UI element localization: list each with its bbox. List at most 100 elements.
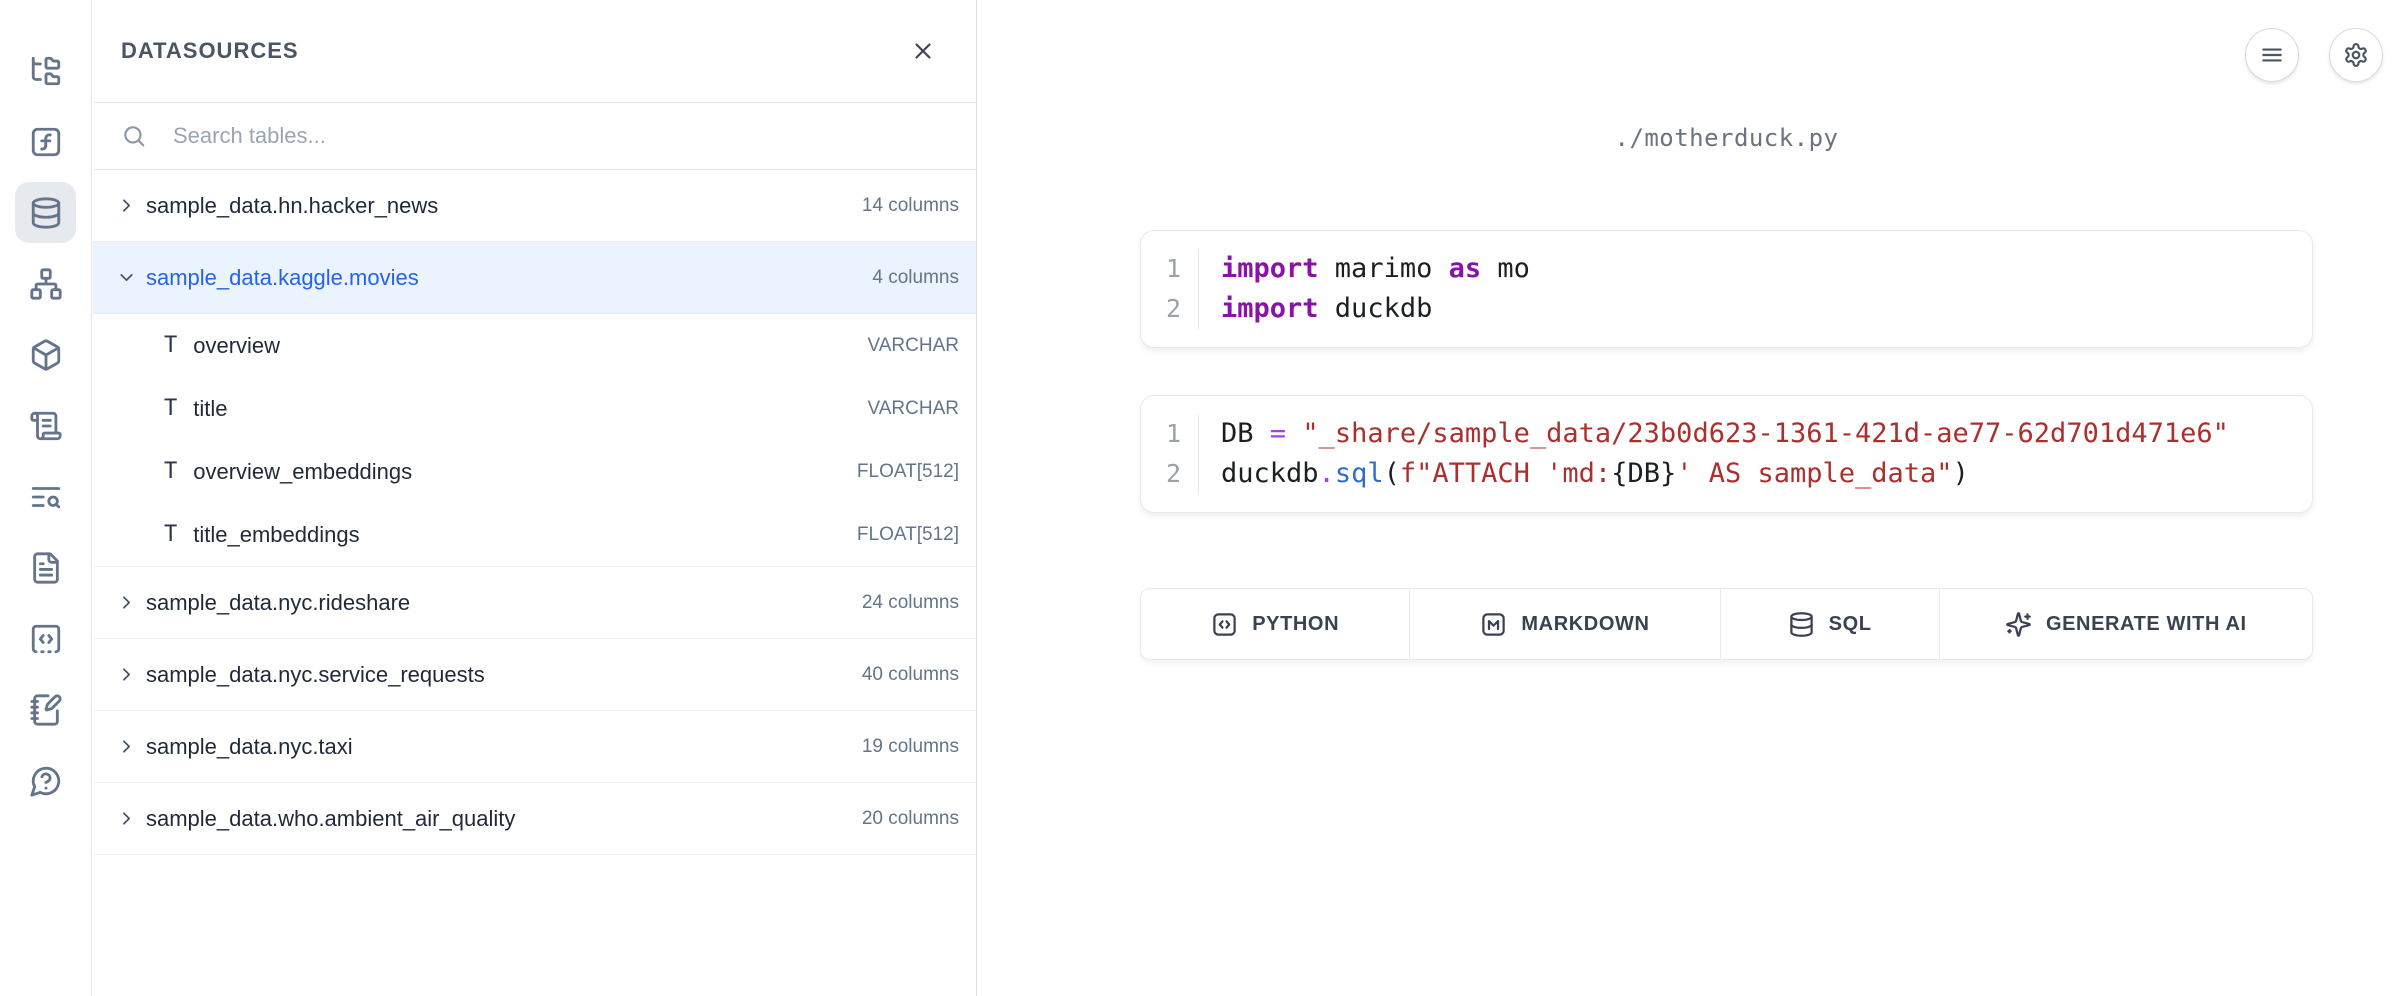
- code-square-icon: [29, 622, 63, 656]
- close-icon: [910, 38, 936, 64]
- table-name: sample_data.nyc.rideshare: [146, 590, 862, 616]
- line-number-gutter: 12: [1141, 249, 1199, 329]
- add-sql-cell-button[interactable]: SQL: [1721, 589, 1940, 659]
- text-type-icon: T: [164, 522, 177, 547]
- code-cell[interactable]: 12import marimo as moimport duckdb: [1140, 230, 2313, 348]
- sidebar-tab-logs[interactable]: [15, 395, 76, 456]
- text-search-icon: [29, 480, 63, 514]
- sidebar-tab-file-explorer[interactable]: [15, 40, 76, 101]
- column-type: VARCHAR: [868, 335, 960, 357]
- sparkles-icon: [2005, 611, 2032, 638]
- column-type: VARCHAR: [868, 398, 960, 420]
- sidebar-tab-documentation[interactable]: [15, 537, 76, 598]
- table-row[interactable]: sample_data.nyc.taxi19 columns: [93, 711, 976, 783]
- cell-editor[interactable]: DB = "_share/sample_data/23b0d623-1361-4…: [1199, 414, 2312, 494]
- table-column-count: 14 columns: [862, 195, 959, 217]
- chevron-right-icon: [116, 592, 137, 613]
- text-type-icon: T: [164, 459, 177, 484]
- line-number: 1: [1141, 249, 1181, 289]
- chat-question-icon: [29, 764, 63, 798]
- code-square-icon: [1211, 611, 1238, 638]
- settings-button[interactable]: [2329, 28, 2383, 82]
- table-name: sample_data.kaggle.movies: [146, 265, 872, 291]
- table-column-count: 20 columns: [862, 808, 959, 830]
- chevron-down-icon: [116, 267, 137, 288]
- code-cell[interactable]: 12 DB = "_share/sample_data/23b0d623-1361…: [1140, 395, 2313, 513]
- column-type: FLOAT[512]: [857, 461, 959, 483]
- notebook-pen-icon: [29, 693, 63, 727]
- sidebar-tab-datasources[interactable]: [15, 182, 76, 243]
- sidebar-tab-snippets[interactable]: [15, 608, 76, 669]
- add-cell-button-label: MARKDOWN: [1521, 613, 1649, 636]
- sidebar-tab-packages[interactable]: [15, 324, 76, 385]
- line-number-gutter: 12: [1141, 414, 1199, 494]
- column-name: title_embeddings: [193, 522, 857, 548]
- table-row[interactable]: sample_data.nyc.service_requests40 colum…: [93, 639, 976, 711]
- notebook-filename[interactable]: ./motherduck.py: [1140, 124, 2313, 152]
- sidebar-tab-tracebacks[interactable]: [15, 466, 76, 527]
- search-icon: [121, 123, 147, 149]
- text-type-icon: T: [164, 396, 177, 421]
- table-column-count: 4 columns: [872, 267, 959, 289]
- code-line: duckdb.sql(f"ATTACH 'md:{DB}' AS sample_…: [1221, 454, 2312, 494]
- sidebar-icon-rail: [0, 0, 92, 996]
- scroll-text-icon: [29, 409, 63, 443]
- column-name: overview: [193, 333, 867, 359]
- table-name: sample_data.nyc.taxi: [146, 734, 862, 760]
- add-python-cell-button[interactable]: PYTHON: [1141, 589, 1410, 659]
- close-panel-button[interactable]: [910, 38, 936, 64]
- database-icon: [1788, 611, 1815, 638]
- table-column-count: 19 columns: [862, 736, 959, 758]
- table-row[interactable]: sample_data.who.ambient_air_quality20 co…: [93, 783, 976, 855]
- code-line: import marimo as mo: [1221, 249, 2312, 289]
- sidebar-tab-variables[interactable]: [15, 111, 76, 172]
- chevron-right-icon: [116, 736, 137, 757]
- table-row[interactable]: sample_data.kaggle.movies4 columns: [93, 242, 976, 314]
- generate-with-ai-button[interactable]: GENERATE WITH AI: [1940, 589, 2312, 659]
- search-tables-input[interactable]: [171, 122, 948, 150]
- table-name: sample_data.who.ambient_air_quality: [146, 806, 862, 832]
- table-name: sample_data.hn.hacker_news: [146, 193, 862, 219]
- line-number: 2: [1141, 289, 1181, 329]
- column-type: FLOAT[512]: [857, 524, 959, 546]
- column-row[interactable]: TtitleVARCHAR: [93, 377, 976, 440]
- column-row[interactable]: ToverviewVARCHAR: [93, 314, 976, 377]
- chevron-right-icon: [116, 664, 137, 685]
- add-cell-button-label: GENERATE WITH AI: [2046, 613, 2247, 636]
- table-name: sample_data.nyc.service_requests: [146, 662, 862, 688]
- line-number: 1: [1141, 414, 1181, 454]
- box-icon: [29, 338, 63, 372]
- chevron-right-icon: [116, 195, 137, 216]
- column-name: title: [193, 396, 867, 422]
- table-list: sample_data.hn.hacker_news14 columnssamp…: [93, 170, 976, 855]
- file-text-icon: [29, 551, 63, 585]
- column-name: overview_embeddings: [193, 459, 857, 485]
- function-square-icon: [29, 125, 63, 159]
- code-line: DB = "_share/sample_data/23b0d623-1361-4…: [1221, 414, 2312, 454]
- column-group: ToverviewVARCHARTtitleVARCHARToverview_e…: [93, 314, 976, 567]
- notebook-area: ./motherduck.py 12import marimo as moimp…: [1140, 0, 2313, 996]
- chevron-right-icon: [116, 808, 137, 829]
- add-cell-button-label: PYTHON: [1252, 613, 1339, 636]
- add-cell-bar: PYTHON MARKDOWN SQL GENERATE WITH AI: [1140, 588, 2313, 660]
- code-line: import duckdb: [1221, 289, 2312, 329]
- datasources-panel: DATASOURCES sample_data.hn.hacker_news14…: [93, 0, 977, 996]
- column-row[interactable]: Toverview_embeddingsFLOAT[512]: [93, 440, 976, 503]
- column-row[interactable]: Ttitle_embeddingsFLOAT[512]: [93, 503, 976, 566]
- table-column-count: 40 columns: [862, 664, 959, 686]
- table-row[interactable]: sample_data.hn.hacker_news14 columns: [93, 170, 976, 242]
- markdown-square-icon: [1480, 611, 1507, 638]
- sidebar-tab-scratchpad[interactable]: [15, 679, 76, 740]
- panel-title: DATASOURCES: [121, 38, 299, 64]
- gear-icon: [2343, 42, 2369, 68]
- database-icon: [29, 196, 63, 230]
- table-row[interactable]: sample_data.nyc.rideshare24 columns: [93, 567, 976, 639]
- network-icon: [29, 267, 63, 301]
- add-markdown-cell-button[interactable]: MARKDOWN: [1410, 589, 1720, 659]
- cell-editor[interactable]: import marimo as moimport duckdb: [1199, 249, 2312, 329]
- line-number: 2: [1141, 454, 1181, 494]
- sidebar-tab-dependency-graph[interactable]: [15, 253, 76, 314]
- sidebar-tab-chat-help[interactable]: [15, 750, 76, 811]
- datasources-panel-header: DATASOURCES: [93, 0, 976, 103]
- file-tree-icon: [29, 54, 63, 88]
